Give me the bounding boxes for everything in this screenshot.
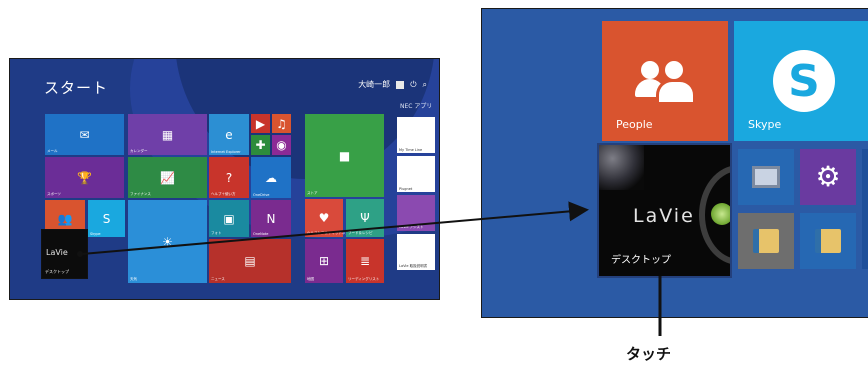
connector-overlay — [77, 201, 662, 336]
connector-start-dot — [77, 251, 83, 257]
touch-label: タッチ — [626, 345, 672, 363]
connector-arrow — [81, 201, 589, 255]
